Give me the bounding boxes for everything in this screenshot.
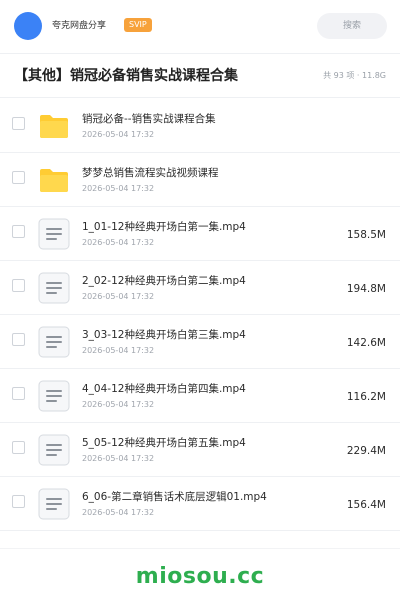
share-title-bar: 【其他】销冠必备销售实战课程合集 共 93 项 · 11.8G [0, 54, 400, 98]
file-size: 116.2M [346, 391, 386, 403]
select-checkbox[interactable] [12, 117, 25, 130]
file-date: 2026-05-04 17:32 [82, 130, 155, 139]
file-date: 2026-05-04 17:32 [82, 238, 155, 247]
file-name[interactable]: 6_06-第二章销售话术底层逻辑01.mp4 [82, 490, 267, 504]
select-checkbox[interactable] [12, 279, 25, 292]
select-checkbox[interactable] [12, 333, 25, 346]
file-list: 销冠必备--销售实战课程合集 2026-05-04 17:32 梦梦总销售流程实战视… [0, 99, 400, 531]
file-name[interactable]: 2_02-12种经典开场白第二集.mp4 [82, 274, 246, 288]
file-size: 142.6M [346, 337, 386, 349]
list-item[interactable]: 6_06-第二章销售话术底层逻辑01.mp4 2026-05-04 17:32 15… [0, 477, 400, 531]
document-icon [38, 380, 70, 412]
file-date: 2026-05-04 17:32 [82, 184, 155, 193]
select-checkbox[interactable] [12, 171, 25, 184]
file-size: 158.5M [346, 229, 386, 241]
file-date: 2026-05-04 17:32 [82, 292, 155, 301]
file-size: 229.4M [346, 445, 386, 457]
file-name[interactable]: 1_01-12种经典开场白第一集.mp4 [82, 220, 246, 234]
list-item[interactable]: 5_05-12种经典开场白第五集.mp4 2026-05-04 17:32 229.… [0, 423, 400, 477]
svip-badge: SVIP [124, 18, 152, 32]
list-item[interactable]: 3_03-12种经典开场白第三集.mp4 2026-05-04 17:32 142.… [0, 315, 400, 369]
document-icon [38, 488, 70, 520]
document-icon [38, 326, 70, 358]
select-checkbox[interactable] [12, 441, 25, 454]
document-icon [38, 218, 70, 250]
select-checkbox[interactable] [12, 495, 25, 508]
file-name[interactable]: 梦梦总销售流程实战视频课程 [82, 166, 219, 180]
list-item[interactable]: 4_04-12种经典开场白第四集.mp4 2026-05-04 17:32 116.… [0, 369, 400, 423]
select-checkbox[interactable] [12, 387, 25, 400]
file-date: 2026-05-04 17:32 [82, 454, 155, 463]
folder-icon [38, 164, 70, 196]
avatar[interactable] [14, 12, 42, 40]
search-button[interactable]: 搜索 [317, 13, 387, 39]
footer: miosou.cc [0, 548, 400, 600]
document-icon [38, 434, 70, 466]
site-watermark: miosou.cc [135, 564, 265, 589]
document-icon [38, 272, 70, 304]
file-date: 2026-05-04 17:32 [82, 508, 155, 517]
file-size: 194.8M [346, 283, 386, 295]
folder-icon [38, 110, 70, 142]
file-size: 156.4M [346, 499, 386, 511]
file-name[interactable]: 3_03-12种经典开场白第三集.mp4 [82, 328, 246, 342]
file-date: 2026-05-04 17:32 [82, 400, 155, 409]
list-item[interactable]: 梦梦总销售流程实战视频课程 2026-05-04 17:32 [0, 153, 400, 207]
list-item[interactable]: 1_01-12种经典开场白第一集.mp4 2026-05-04 17:32 158.… [0, 207, 400, 261]
share-meta: 共 93 项 · 11.8G [323, 71, 386, 80]
top-bar: 夸克网盘分享 SVIP 搜索 [0, 0, 400, 54]
file-name[interactable]: 销冠必备--销售实战课程合集 [82, 112, 216, 126]
file-name[interactable]: 4_04-12种经典开场白第四集.mp4 [82, 382, 246, 396]
list-item[interactable]: 销冠必备--销售实战课程合集 2026-05-04 17:32 [0, 99, 400, 153]
page-title: 【其他】销冠必备销售实战课程合集 [14, 68, 238, 84]
select-checkbox[interactable] [12, 225, 25, 238]
file-date: 2026-05-04 17:32 [82, 346, 155, 355]
sharer-name: 夸克网盘分享 [52, 21, 107, 31]
list-item[interactable]: 2_02-12种经典开场白第二集.mp4 2026-05-04 17:32 194.… [0, 261, 400, 315]
file-name[interactable]: 5_05-12种经典开场白第五集.mp4 [82, 436, 246, 450]
